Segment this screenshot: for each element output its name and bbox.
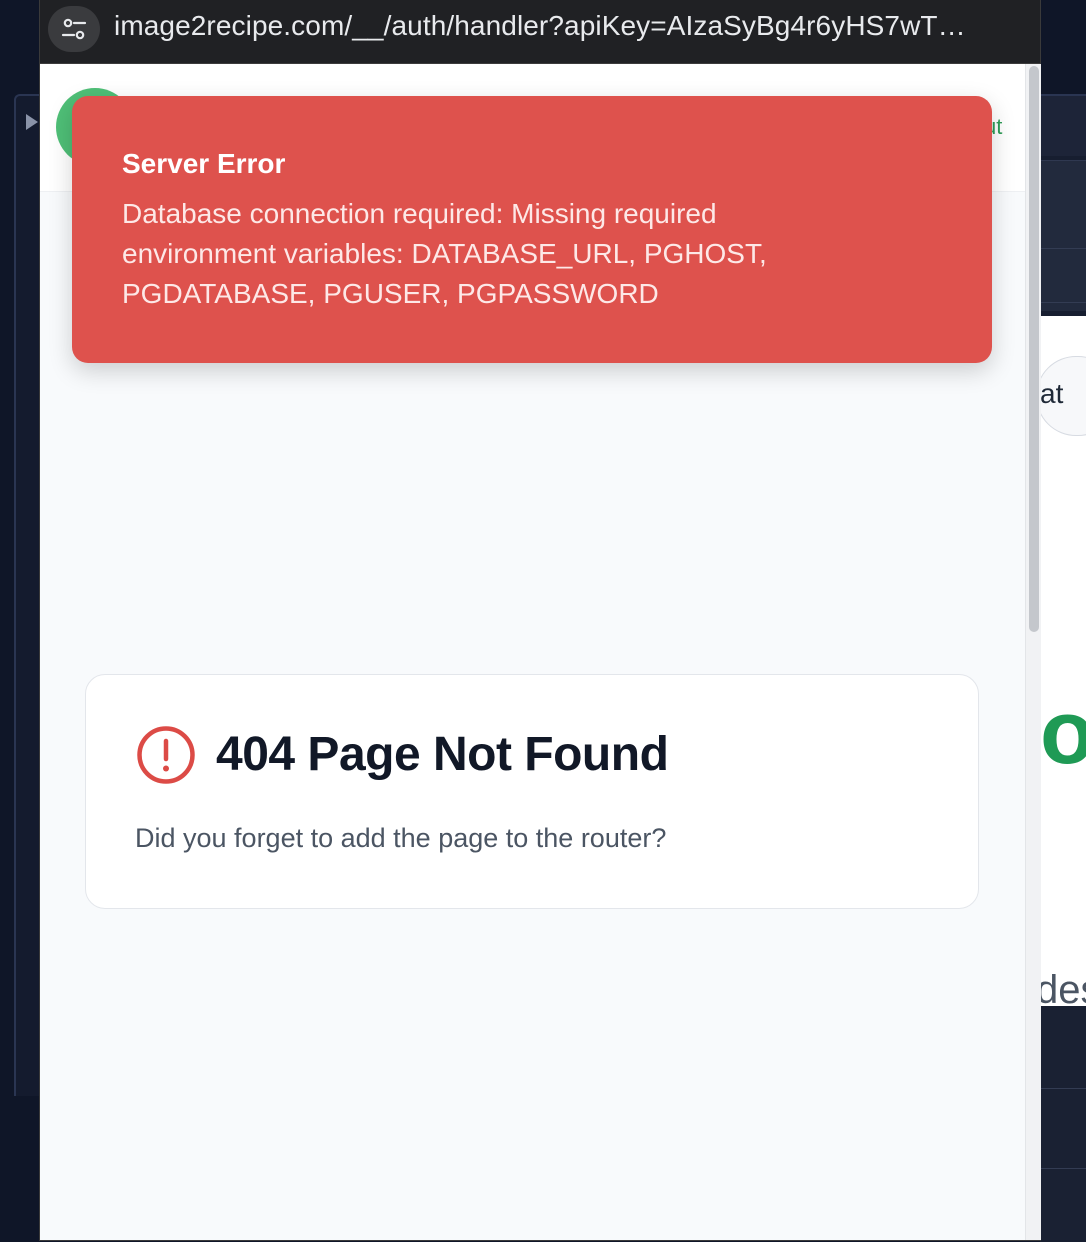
scrollbar[interactable] — [1025, 64, 1041, 1240]
toast-message: Database connection required: Missing re… — [122, 198, 767, 309]
background-heading: ot — [1040, 683, 1086, 783]
background-pill-label: at — [1040, 378, 1064, 409]
toast-title: Server Error — [122, 148, 286, 179]
background-toolbar — [1040, 160, 1086, 311]
page-title: 404 Page Not Found — [216, 728, 669, 781]
not-found-card: 404 Page Not Found Did you forget to add… — [85, 674, 979, 909]
background-tab — [1040, 96, 1086, 156]
address-bar: image2recipe.com/__/auth/handler?apiKey=… — [40, 0, 1040, 64]
play-icon — [26, 114, 38, 130]
tune-icon — [61, 18, 87, 40]
scrollbar-thumb[interactable] — [1029, 66, 1039, 632]
alert-circle-icon — [137, 726, 195, 784]
not-found-message: Did you forget to add the page to the ro… — [135, 823, 667, 853]
server-error-toast[interactable]: Server Error Database connection require… — [72, 96, 992, 363]
site-info-button[interactable] — [48, 6, 100, 52]
url-text[interactable]: image2recipe.com/__/auth/handler?apiKey=… — [114, 10, 966, 42]
background-footer-panel — [1040, 1010, 1086, 1240]
background-subtitle: des — [1036, 968, 1086, 1012]
background-left-panel — [14, 94, 42, 1096]
